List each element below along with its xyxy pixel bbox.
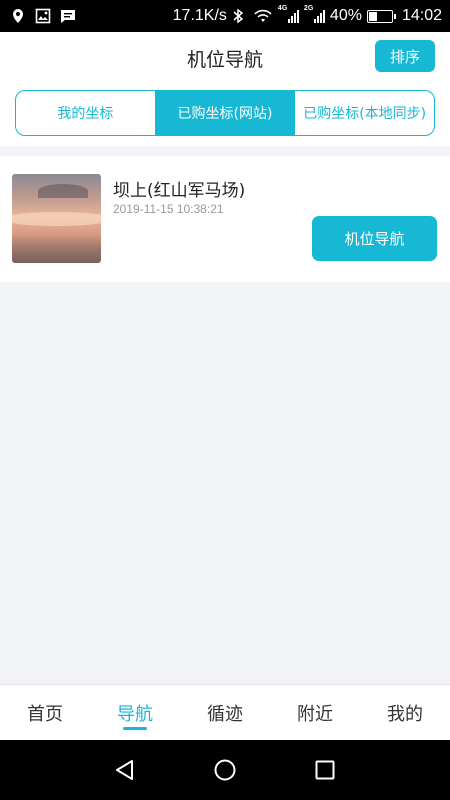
signal-icon: 2G [304,5,325,23]
status-bar: 17.1K/s 4G 2G 40% 14:02 [0,0,450,32]
purchase-time: 2019-11-15 10:38:21 [113,202,224,216]
message-icon [60,8,76,24]
segmented-tabs: 我的坐标 已购坐标(网站) 已购坐标(本地同步) [15,90,435,136]
tabs-container: 我的坐标 已购坐标(网站) 已购坐标(本地同步) [0,82,450,146]
bottom-tab-home[interactable]: 首页 [0,685,90,740]
list-item[interactable]: 坝上(红山军马场) 2019-11-15 10:38:21 机位导航 [0,156,450,282]
recents-icon[interactable] [313,758,337,786]
location-thumbnail [12,174,101,263]
app-root: 17.1K/s 4G 2G 40% 14:02 机位导航 排序 我的坐标 已购坐… [0,0,450,800]
network-speed: 17.1K/s [172,7,227,24]
location-icon [10,8,26,24]
network-type-label: 2G [303,5,314,12]
wifi-icon [253,8,273,24]
image-icon [35,8,51,24]
tab-purchased-local-sync[interactable]: 已购坐标(本地同步) [294,91,434,135]
bottom-tab-bar: 首页 导航 循迹 附近 我的 [0,684,450,740]
navigate-button[interactable]: 机位导航 [312,216,437,261]
bottom-tab-nearby[interactable]: 附近 [270,685,360,740]
app-header: 机位导航 排序 [0,32,450,82]
clock: 14:02 [401,7,442,24]
tab-my-coordinates[interactable]: 我的坐标 [16,91,155,135]
bluetooth-icon [232,8,248,24]
active-tab-indicator [123,727,147,730]
tab-purchased-website[interactable]: 已购坐标(网站) [154,91,295,135]
sort-button[interactable]: 排序 [375,40,435,72]
battery-icon [366,9,396,23]
home-icon[interactable] [213,758,237,786]
bottom-tab-label: 我的 [387,703,423,725]
bottom-tab-mine[interactable]: 我的 [360,685,450,740]
bottom-tab-navigation[interactable]: 导航 [90,685,180,740]
system-nav-bar [0,740,450,800]
battery-percent: 40% [329,7,362,24]
bottom-tab-label: 导航 [117,703,153,725]
bottom-tab-label: 首页 [27,703,63,725]
signal-icon: 4G [278,5,299,23]
bottom-tab-track[interactable]: 循迹 [180,685,270,740]
back-icon[interactable] [113,758,137,786]
location-title: 坝上(红山军马场) [113,181,246,201]
battery-fill [368,11,378,21]
network-type-label: 4G [277,5,288,12]
bottom-tab-label: 附近 [297,703,333,725]
bottom-tab-label: 循迹 [207,703,243,725]
